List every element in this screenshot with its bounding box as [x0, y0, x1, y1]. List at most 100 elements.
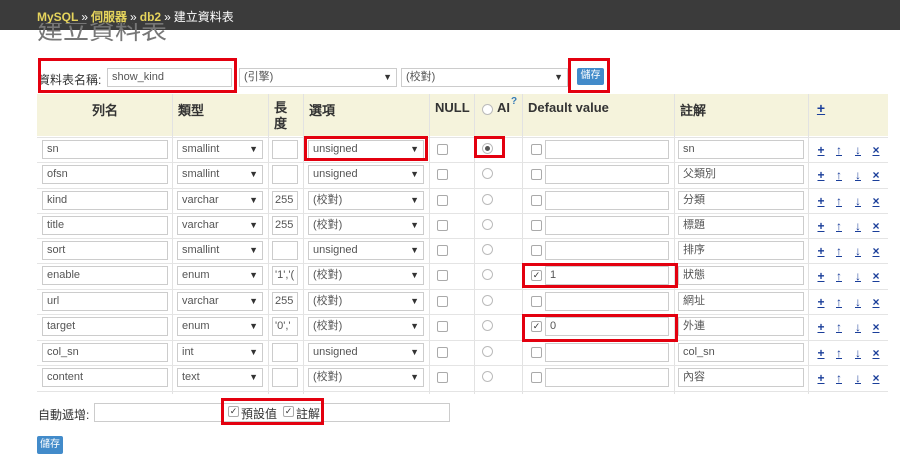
- add-row-button[interactable]: +: [815, 168, 827, 182]
- options-select[interactable]: (校對) ▼: [308, 368, 424, 387]
- remove-row-button[interactable]: ×: [870, 371, 882, 385]
- null-checkbox[interactable]: [437, 372, 448, 383]
- column-name-input[interactable]: col_sn: [42, 343, 168, 362]
- remove-row-button[interactable]: ×: [870, 320, 882, 334]
- default-checkbox[interactable]: [531, 195, 542, 206]
- ai-radio[interactable]: [482, 168, 493, 179]
- type-select[interactable]: varchar ▼: [177, 292, 263, 311]
- options-select[interactable]: (校對) ▼: [308, 266, 424, 285]
- options-select[interactable]: unsigned ▼: [308, 241, 424, 260]
- default-checkbox[interactable]: [531, 169, 542, 180]
- column-name-input[interactable]: enable: [42, 266, 168, 285]
- remove-row-button[interactable]: ×: [870, 194, 882, 208]
- default-value-input[interactable]: [545, 216, 669, 235]
- remove-row-button[interactable]: ×: [870, 143, 882, 157]
- null-checkbox[interactable]: [437, 347, 448, 358]
- add-row-button[interactable]: +: [815, 219, 827, 233]
- column-name-input[interactable]: content: [42, 368, 168, 387]
- move-down-button[interactable]: ↓: [852, 295, 864, 309]
- add-row-button[interactable]: +: [815, 269, 827, 283]
- type-select[interactable]: text ▼: [177, 368, 263, 387]
- move-up-button[interactable]: ↑: [833, 219, 845, 233]
- add-row-button[interactable]: +: [815, 346, 827, 360]
- move-down-button[interactable]: ↓: [852, 194, 864, 208]
- add-row-button[interactable]: +: [815, 295, 827, 309]
- type-select[interactable]: int ▼: [177, 343, 263, 362]
- move-up-button[interactable]: ↑: [833, 168, 845, 182]
- null-checkbox[interactable]: [437, 220, 448, 231]
- move-down-button[interactable]: ↓: [852, 143, 864, 157]
- comment-input[interactable]: 狀態: [678, 266, 804, 285]
- length-input[interactable]: [272, 140, 298, 159]
- comment-input[interactable]: sn: [678, 140, 804, 159]
- help-icon[interactable]: ?: [511, 96, 517, 107]
- add-row-button[interactable]: +: [815, 320, 827, 334]
- null-checkbox[interactable]: [437, 144, 448, 155]
- default-checkbox[interactable]: [531, 220, 542, 231]
- move-down-button[interactable]: ↓: [852, 269, 864, 283]
- length-input[interactable]: '1','(: [272, 266, 298, 285]
- null-checkbox[interactable]: [437, 195, 448, 206]
- move-down-button[interactable]: ↓: [852, 168, 864, 182]
- ai-radio[interactable]: [482, 320, 493, 331]
- ai-radio[interactable]: [482, 244, 493, 255]
- column-name-input[interactable]: kind: [42, 191, 168, 210]
- add-row-button[interactable]: +: [815, 143, 827, 157]
- breadcrumb-server[interactable]: 伺服器: [91, 10, 127, 24]
- add-row-button[interactable]: +: [815, 194, 827, 208]
- default-value-input[interactable]: [545, 191, 669, 210]
- remove-row-button[interactable]: ×: [870, 168, 882, 182]
- engine-select[interactable]: (引擎) ▼: [239, 68, 397, 87]
- default-checkbox[interactable]: [531, 372, 542, 383]
- null-checkbox[interactable]: [437, 245, 448, 256]
- options-select[interactable]: unsigned ▼: [308, 343, 424, 362]
- move-up-button[interactable]: ↑: [833, 244, 845, 258]
- comment-input[interactable]: col_sn: [678, 343, 804, 362]
- column-name-input[interactable]: sn: [42, 140, 168, 159]
- ai-radio[interactable]: [482, 269, 493, 280]
- options-select[interactable]: (校對) ▼: [308, 216, 424, 235]
- type-select[interactable]: smallint ▼: [177, 165, 263, 184]
- move-up-button[interactable]: ↑: [833, 295, 845, 309]
- null-checkbox[interactable]: [437, 270, 448, 281]
- default-value-input[interactable]: [545, 368, 669, 387]
- null-checkbox[interactable]: [437, 296, 448, 307]
- length-input[interactable]: '0',': [272, 317, 298, 336]
- comment-input[interactable]: 標題: [678, 216, 804, 235]
- column-name-input[interactable]: target: [42, 317, 168, 336]
- add-column-button[interactable]: +: [815, 100, 827, 116]
- type-select[interactable]: enum ▼: [177, 266, 263, 285]
- type-select[interactable]: varchar ▼: [177, 216, 263, 235]
- move-down-button[interactable]: ↓: [852, 371, 864, 385]
- move-up-button[interactable]: ↑: [833, 346, 845, 360]
- default-checkbox[interactable]: [531, 347, 542, 358]
- length-input[interactable]: [272, 241, 298, 260]
- default-checkbox[interactable]: [531, 144, 542, 155]
- comment-input[interactable]: 外連: [678, 317, 804, 336]
- column-name-input[interactable]: ofsn: [42, 165, 168, 184]
- null-checkbox[interactable]: [437, 169, 448, 180]
- collation-select[interactable]: (校對) ▼: [401, 68, 568, 87]
- default-checkbox[interactable]: [531, 245, 542, 256]
- type-select[interactable]: enum ▼: [177, 317, 263, 336]
- default-value-input[interactable]: [545, 241, 669, 260]
- comment-input[interactable]: 內容: [678, 368, 804, 387]
- options-select[interactable]: unsigned ▼: [308, 165, 424, 184]
- move-up-button[interactable]: ↑: [833, 269, 845, 283]
- ai-radio[interactable]: [482, 219, 493, 230]
- add-row-button[interactable]: +: [815, 244, 827, 258]
- column-name-input[interactable]: url: [42, 292, 168, 311]
- move-up-button[interactable]: ↑: [833, 320, 845, 334]
- comment-input[interactable]: 排序: [678, 241, 804, 260]
- remove-row-button[interactable]: ×: [870, 269, 882, 283]
- add-row-button[interactable]: +: [815, 371, 827, 385]
- remove-row-button[interactable]: ×: [870, 295, 882, 309]
- default-value-input[interactable]: [545, 343, 669, 362]
- ai-radio[interactable]: [482, 194, 493, 205]
- move-down-button[interactable]: ↓: [852, 244, 864, 258]
- null-checkbox[interactable]: [437, 321, 448, 332]
- move-down-button[interactable]: ↓: [852, 219, 864, 233]
- move-up-button[interactable]: ↑: [833, 371, 845, 385]
- move-up-button[interactable]: ↑: [833, 194, 845, 208]
- length-input[interactable]: [272, 165, 298, 184]
